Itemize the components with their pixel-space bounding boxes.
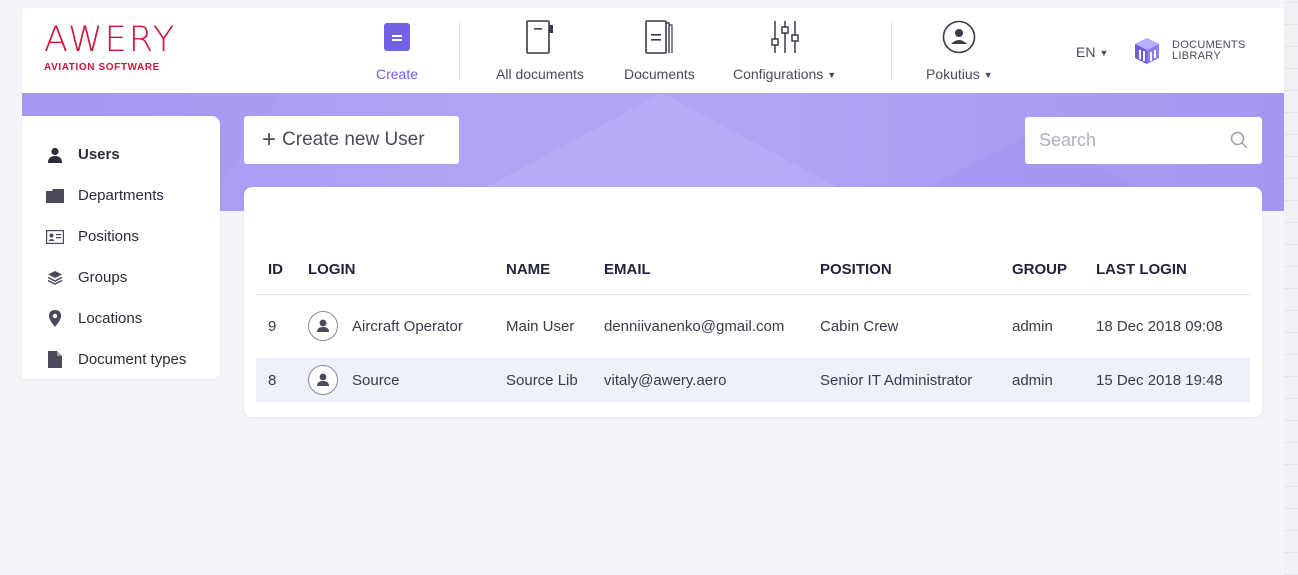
awery-logo[interactable]: AWERY AVIATION SOFTWARE: [44, 22, 176, 73]
sidebar: Users Departments Positions Groups Locat…: [22, 116, 220, 379]
user-avatar-icon: [943, 20, 976, 54]
nav-divider: [891, 22, 892, 80]
cell-position: Cabin Crew: [820, 317, 899, 335]
sidebar-item-document-types[interactable]: Document types: [22, 339, 220, 380]
folder-icon: [46, 188, 64, 203]
sidebar-item-departments[interactable]: Departments: [22, 175, 220, 216]
user-avatar-icon: [317, 319, 329, 332]
documents-stack-icon: [645, 20, 674, 54]
create-new-user-button[interactable]: + Create new User: [244, 116, 459, 164]
top-navigation: AWERY AVIATION SOFTWARE Create All docum…: [22, 8, 1284, 93]
nav-user-menu[interactable]: Pokutius ▼: [926, 18, 993, 82]
library-cube-icon: [1135, 38, 1159, 64]
sidebar-item-label: Document types: [78, 351, 187, 368]
documents-library-logo[interactable]: DOCUMENTS LIBRARY: [1132, 36, 1246, 66]
document-icon: [48, 351, 62, 368]
cell-last-login: 15 Dec 2018 19:48: [1096, 371, 1223, 389]
language-selector[interactable]: EN ▼: [1076, 44, 1108, 60]
cell-email: vitaly@awery.aero: [604, 371, 727, 389]
id-card-icon: [46, 229, 64, 244]
cell-group: admin: [1012, 371, 1053, 389]
user-avatar-icon: [317, 373, 329, 386]
cell-name: Source Lib: [506, 371, 578, 389]
search-box: [1025, 117, 1262, 164]
create-document-icon: [384, 23, 411, 51]
language-label: EN: [1076, 44, 1096, 60]
create-new-user-label: Create new User: [282, 129, 425, 150]
search-input[interactable]: [1025, 130, 1215, 151]
avatar: [308, 365, 338, 395]
sidebar-item-label: Locations: [78, 310, 143, 327]
cell-login: Source: [352, 371, 400, 389]
plus-icon: +: [262, 126, 277, 153]
header-id[interactable]: ID: [268, 249, 283, 294]
sliders-icon: [770, 21, 799, 53]
sidebar-item-users[interactable]: Users: [22, 134, 220, 175]
nav-documents-label: Documents: [624, 66, 695, 82]
header-position[interactable]: POSITION: [820, 249, 892, 294]
nav-configurations-label: Configurations: [733, 66, 824, 82]
cell-name: Main User: [506, 317, 575, 335]
sidebar-item-groups[interactable]: Groups: [22, 257, 220, 298]
caret-down-icon: ▼: [1099, 48, 1109, 58]
sidebar-item-locations[interactable]: Locations: [22, 298, 220, 339]
caret-down-icon: ▼: [983, 70, 993, 80]
sidebar-item-positions[interactable]: Positions: [22, 216, 220, 257]
nav-user-label: Pokutius: [926, 66, 980, 82]
cell-id: 9: [268, 317, 277, 335]
cell-group: admin: [1012, 317, 1053, 335]
table-header: ID LOGIN NAME EMAIL POSITION GROUP LAST …: [256, 249, 1250, 295]
header-group[interactable]: GROUP: [1012, 249, 1067, 294]
header-last-login[interactable]: LAST LOGIN: [1096, 249, 1187, 294]
cell-id: 8: [268, 371, 277, 389]
logo-wordmark: AWERY: [44, 20, 177, 60]
cell-last-login: 18 Dec 2018 09:08: [1096, 317, 1223, 335]
avatar: [308, 311, 338, 341]
edge-grid: [1284, 0, 1298, 575]
sidebar-item-label: Departments: [78, 187, 164, 204]
table-row[interactable]: 8 Source Source Lib vitaly@awery.aero Se…: [256, 358, 1250, 402]
layers-icon: [47, 270, 63, 285]
nav-all-documents-label: All documents: [496, 66, 584, 82]
user-icon: [48, 147, 62, 163]
users-table-card: ID LOGIN NAME EMAIL POSITION GROUP LAST …: [244, 187, 1262, 417]
header-login[interactable]: LOGIN: [308, 249, 356, 294]
cell-position: Senior IT Administrator: [820, 371, 973, 389]
nav-configurations[interactable]: Configurations ▼: [733, 18, 836, 82]
table-row[interactable]: 9 Aircraft Operator Main User denniivane…: [256, 304, 1250, 348]
cell-email: denniivanenko@gmail.com: [604, 317, 785, 335]
nav-create-label: Create: [376, 66, 419, 82]
caret-down-icon: ▼: [827, 70, 837, 80]
nav-all-documents[interactable]: All documents: [496, 18, 584, 82]
nav-create[interactable]: Create: [376, 18, 418, 82]
binder-icon: [526, 20, 553, 54]
sidebar-item-label: Users: [78, 146, 120, 163]
library-line-2: LIBRARY: [1172, 50, 1221, 62]
header-name[interactable]: NAME: [506, 249, 550, 294]
nav-divider: [459, 22, 460, 80]
sidebar-item-label: Groups: [78, 269, 128, 286]
cell-login: Aircraft Operator: [352, 317, 463, 335]
search-icon[interactable]: [1230, 131, 1248, 149]
app-window: AWERY AVIATION SOFTWARE Create All docum…: [0, 0, 1298, 575]
map-pin-icon: [49, 310, 61, 327]
header-email[interactable]: EMAIL: [604, 249, 651, 294]
nav-documents[interactable]: Documents: [624, 18, 695, 82]
sidebar-item-label: Positions: [78, 228, 139, 245]
logo-tagline: AVIATION SOFTWARE: [44, 62, 160, 73]
